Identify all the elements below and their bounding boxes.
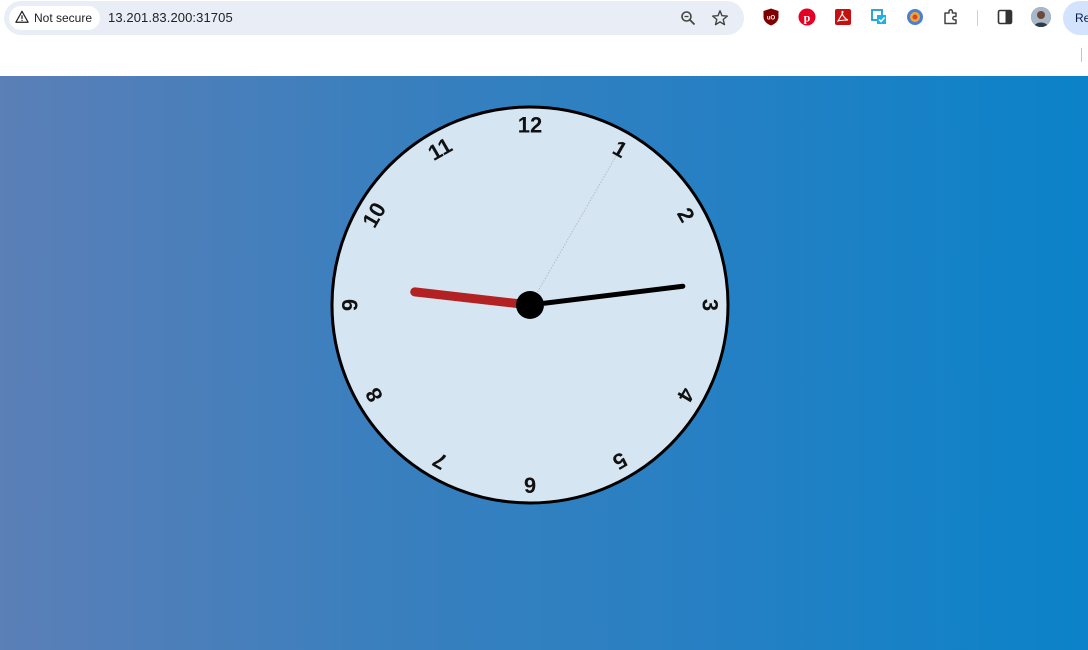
svg-text:p: p	[804, 11, 811, 25]
relaunch-button[interactable]: Re	[1063, 1, 1088, 35]
extensions-puzzle-icon[interactable]	[942, 8, 960, 26]
clock-numeral-9: 9	[338, 299, 363, 311]
bookmark-bar	[0, 36, 1088, 76]
svg-text:uO: uO	[767, 16, 776, 22]
browser-toolbar: Not secure 13.201.83.200:31705 uO p Re	[0, 0, 1088, 36]
clock-numeral-12: 12	[518, 113, 542, 138]
url-text[interactable]: 13.201.83.200:31705	[108, 10, 233, 25]
analog-clock: 121234567891011	[330, 105, 730, 505]
profile-avatar[interactable]	[1031, 7, 1051, 27]
clock-numeral-6: 6	[524, 473, 536, 498]
ublock-icon[interactable]: uO	[762, 8, 780, 26]
colorful-extension-icon[interactable]	[906, 8, 924, 26]
side-panel-icon[interactable]	[996, 8, 1014, 26]
star-icon[interactable]	[711, 9, 729, 27]
security-indicator[interactable]: Not secure	[9, 6, 101, 30]
address-bar[interactable]: Not secure 13.201.83.200:31705	[4, 1, 744, 35]
center-cap	[516, 291, 544, 319]
toolbar-divider	[977, 10, 978, 26]
screenshot-extension-icon[interactable]	[870, 8, 888, 26]
warning-icon	[15, 10, 29, 27]
pinterest-icon[interactable]: p	[798, 8, 816, 26]
security-label: Not secure	[34, 11, 93, 25]
clock-numeral-3: 3	[698, 299, 723, 311]
bookmark-bar-divider	[1081, 48, 1082, 62]
acrobat-icon[interactable]	[834, 8, 852, 26]
zoom-icon[interactable]	[679, 9, 697, 27]
